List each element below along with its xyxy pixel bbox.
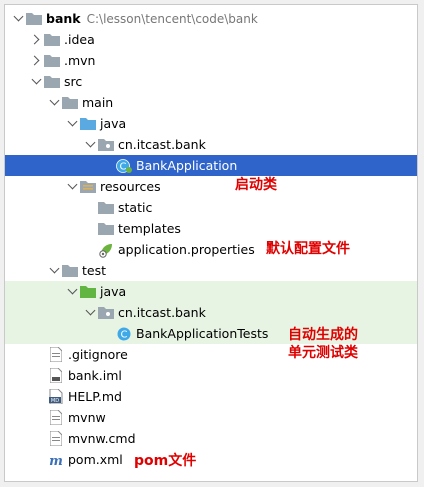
tree-node-test[interactable]: test bbox=[5, 260, 417, 281]
class-icon: C bbox=[115, 326, 133, 342]
svg-text:m: m bbox=[49, 454, 63, 467]
tree-node-main[interactable]: main bbox=[5, 92, 417, 113]
svg-text:C: C bbox=[121, 329, 128, 340]
file-icon bbox=[47, 347, 65, 363]
svg-text:MD: MD bbox=[51, 398, 59, 404]
annotation-startup-class: 启动类 bbox=[235, 177, 277, 193]
annotation-default-config: 默认配置文件 bbox=[266, 241, 350, 257]
root-folder-label: bank bbox=[46, 11, 81, 26]
help-md-label: HELP.md bbox=[68, 389, 122, 404]
annotation-pom-file: pom文件 bbox=[134, 453, 197, 469]
bank-application-tests-label: BankApplicationTests bbox=[136, 326, 269, 341]
svg-text:C: C bbox=[120, 161, 127, 172]
mvnw-cmd-label: mvnw.cmd bbox=[68, 431, 136, 446]
tree-node-mvnw[interactable]: mvnw bbox=[5, 407, 417, 428]
tree-node-mvn[interactable]: .mvn bbox=[5, 50, 417, 71]
spring-class-icon: C bbox=[115, 158, 133, 174]
gitignore-label: .gitignore bbox=[68, 347, 128, 362]
tree-node-test-package[interactable]: cn.itcast.bank bbox=[5, 302, 417, 323]
main-java-folder-label: java bbox=[100, 116, 127, 131]
test-folder-label: test bbox=[82, 263, 107, 278]
tree-node-templates[interactable]: templates bbox=[5, 218, 417, 239]
collapse-arrow-icon[interactable] bbox=[29, 71, 43, 92]
tree-node-resources[interactable]: resources bbox=[5, 176, 417, 197]
folder-icon bbox=[97, 221, 115, 237]
tree-node-root[interactable]: bank C:\lesson\tencent\code\bank bbox=[5, 8, 417, 29]
mvnw-label: mvnw bbox=[68, 410, 106, 425]
tree-node-bank-application[interactable]: C BankApplication bbox=[5, 155, 417, 176]
folder-icon bbox=[25, 11, 43, 27]
tree-node-bank-iml[interactable]: bank.iml bbox=[5, 365, 417, 386]
tree-node-mvnw-cmd[interactable]: mvnw.cmd bbox=[5, 428, 417, 449]
collapse-arrow-icon[interactable] bbox=[83, 302, 97, 323]
main-package-label: cn.itcast.bank bbox=[118, 137, 206, 152]
tree-node-main-java[interactable]: java bbox=[5, 113, 417, 134]
annotation-auto-test-line1: 自动生成的 bbox=[288, 327, 358, 343]
collapse-arrow-icon[interactable] bbox=[65, 113, 79, 134]
folder-icon bbox=[61, 95, 79, 111]
tree-node-help-md[interactable]: MD HELP.md bbox=[5, 386, 417, 407]
expand-arrow-icon[interactable] bbox=[29, 29, 43, 50]
module-file-icon bbox=[47, 368, 65, 384]
src-folder-label: src bbox=[64, 74, 83, 89]
collapse-arrow-icon[interactable] bbox=[47, 260, 61, 281]
spring-properties-icon bbox=[97, 242, 115, 258]
folder-icon bbox=[43, 74, 61, 90]
tree-node-test-java[interactable]: java bbox=[5, 281, 417, 302]
markdown-file-icon: MD bbox=[47, 389, 65, 405]
bank-application-label: BankApplication bbox=[136, 158, 238, 173]
pom-label: pom.xml bbox=[68, 452, 123, 467]
source-folder-icon bbox=[79, 116, 97, 132]
file-icon bbox=[47, 431, 65, 447]
collapse-arrow-icon[interactable] bbox=[11, 8, 25, 29]
main-folder-label: main bbox=[82, 95, 114, 110]
annotation-auto-test-line2: 单元测试类 bbox=[288, 345, 358, 361]
collapse-arrow-icon[interactable] bbox=[83, 134, 97, 155]
tree-node-application-properties[interactable]: application.properties bbox=[5, 239, 417, 260]
resources-folder-icon bbox=[79, 179, 97, 195]
tree-node-static[interactable]: static bbox=[5, 197, 417, 218]
idea-folder-label: .idea bbox=[64, 32, 95, 47]
application-properties-label: application.properties bbox=[118, 242, 255, 257]
tree-node-pom[interactable]: m pom.xml bbox=[5, 449, 417, 470]
package-icon bbox=[97, 137, 115, 153]
maven-icon: m bbox=[47, 452, 65, 468]
package-icon bbox=[97, 305, 115, 321]
project-tree-panel: bank C:\lesson\tencent\code\bank .idea .… bbox=[4, 4, 418, 482]
templates-folder-label: templates bbox=[118, 221, 181, 236]
static-folder-label: static bbox=[118, 200, 153, 215]
folder-icon bbox=[61, 263, 79, 279]
test-source-folder-icon bbox=[79, 284, 97, 300]
collapse-arrow-icon[interactable] bbox=[47, 92, 61, 113]
folder-icon bbox=[97, 200, 115, 216]
tree-node-src[interactable]: src bbox=[5, 71, 417, 92]
resources-folder-label: resources bbox=[100, 179, 161, 194]
tree-node-idea[interactable]: .idea bbox=[5, 29, 417, 50]
root-folder-path: C:\lesson\tencent\code\bank bbox=[86, 11, 258, 26]
folder-icon bbox=[43, 53, 61, 69]
collapse-arrow-icon[interactable] bbox=[65, 176, 79, 197]
tree-node-main-package[interactable]: cn.itcast.bank bbox=[5, 134, 417, 155]
bank-iml-label: bank.iml bbox=[68, 368, 122, 383]
collapse-arrow-icon[interactable] bbox=[65, 281, 79, 302]
folder-icon bbox=[43, 32, 61, 48]
file-icon bbox=[47, 410, 65, 426]
test-java-folder-label: java bbox=[100, 284, 127, 299]
test-package-label: cn.itcast.bank bbox=[118, 305, 206, 320]
expand-arrow-icon[interactable] bbox=[29, 50, 43, 71]
mvn-folder-label: .mvn bbox=[64, 53, 96, 68]
